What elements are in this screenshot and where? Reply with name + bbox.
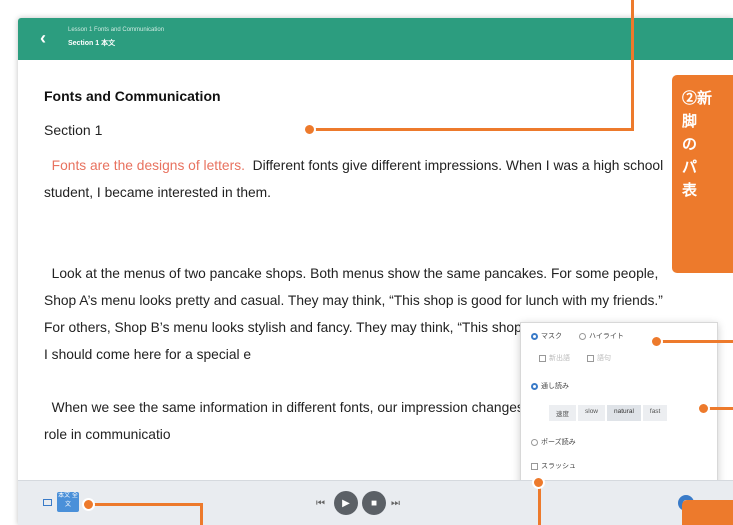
speed-natural-button[interactable]: natural [607, 405, 641, 421]
breadcrumb-section: Section 1 本文 [68, 40, 116, 47]
speed-slow-button[interactable]: slow [578, 405, 606, 421]
annotation-line [310, 128, 634, 131]
slash-checkbox[interactable]: スラッシュ [531, 461, 576, 471]
speed-selector: 速度 slow natural fast [549, 405, 668, 421]
paragraph-1: Fonts are the designs of letters. Differ… [44, 152, 684, 206]
checkbox-icon [531, 462, 538, 470]
annotation-dot [303, 123, 316, 136]
play-icon: ▶ [334, 491, 358, 515]
play-button[interactable]: ▶ [334, 491, 358, 515]
app-window: ‹ Lesson 1 Fonts and Communication Secti… [18, 18, 733, 525]
highlighted-sentence[interactable]: Fonts are the designs of letters. [52, 158, 245, 173]
window-icon[interactable] [43, 499, 52, 506]
annotation-callout: ②新 脚 の パ 表 [672, 75, 733, 273]
checkbox-icon [587, 354, 594, 362]
radio-icon [579, 332, 586, 340]
annotation-line [538, 483, 541, 525]
annotation-dot [650, 335, 663, 348]
highlight-option[interactable]: ハイライト [579, 331, 624, 341]
annotation-dot [697, 402, 710, 415]
stop-icon: ■ [362, 491, 386, 515]
words-checkbox[interactable]: 語句 [587, 353, 611, 363]
back-button[interactable]: ‹ [40, 28, 46, 49]
read-through-option[interactable]: 通し読み [531, 381, 569, 391]
annotation-line [660, 340, 733, 343]
next-icon[interactable]: ⏭ [391, 491, 400, 515]
header-bar: ‹ Lesson 1 Fonts and Communication Secti… [18, 18, 733, 60]
pause-read-option[interactable]: ポーズ読み [531, 437, 576, 447]
display-settings-popup: マスク ハイライト 新出語 語句 通し読み 速度 slow natural fa… [520, 322, 718, 497]
radio-icon [531, 438, 538, 446]
speed-label: 速度 [549, 405, 576, 421]
checkbox-icon [539, 354, 546, 362]
radio-selected-icon [531, 382, 538, 390]
radio-selected-icon [531, 332, 538, 340]
speed-fast-button[interactable]: fast [642, 405, 668, 421]
stop-button[interactable]: ■ [362, 491, 386, 515]
previous-icon[interactable]: ⏮ [316, 491, 325, 515]
annotation-dot [532, 476, 545, 489]
text-view-button[interactable]: 本文 全文 [57, 492, 79, 512]
breadcrumb-lesson: Lesson 1 Fonts and Communication [68, 27, 165, 33]
annotation-line [200, 503, 203, 525]
annotation-line [90, 503, 202, 506]
annotation-dot [82, 498, 95, 511]
annotation-line [631, 0, 634, 130]
section-heading: Section 1 [44, 122, 103, 138]
page-title: Fonts and Communication [44, 88, 221, 104]
annotation-tab [682, 500, 733, 525]
new-words-checkbox[interactable]: 新出語 [539, 353, 570, 363]
mask-option[interactable]: マスク [531, 331, 562, 341]
